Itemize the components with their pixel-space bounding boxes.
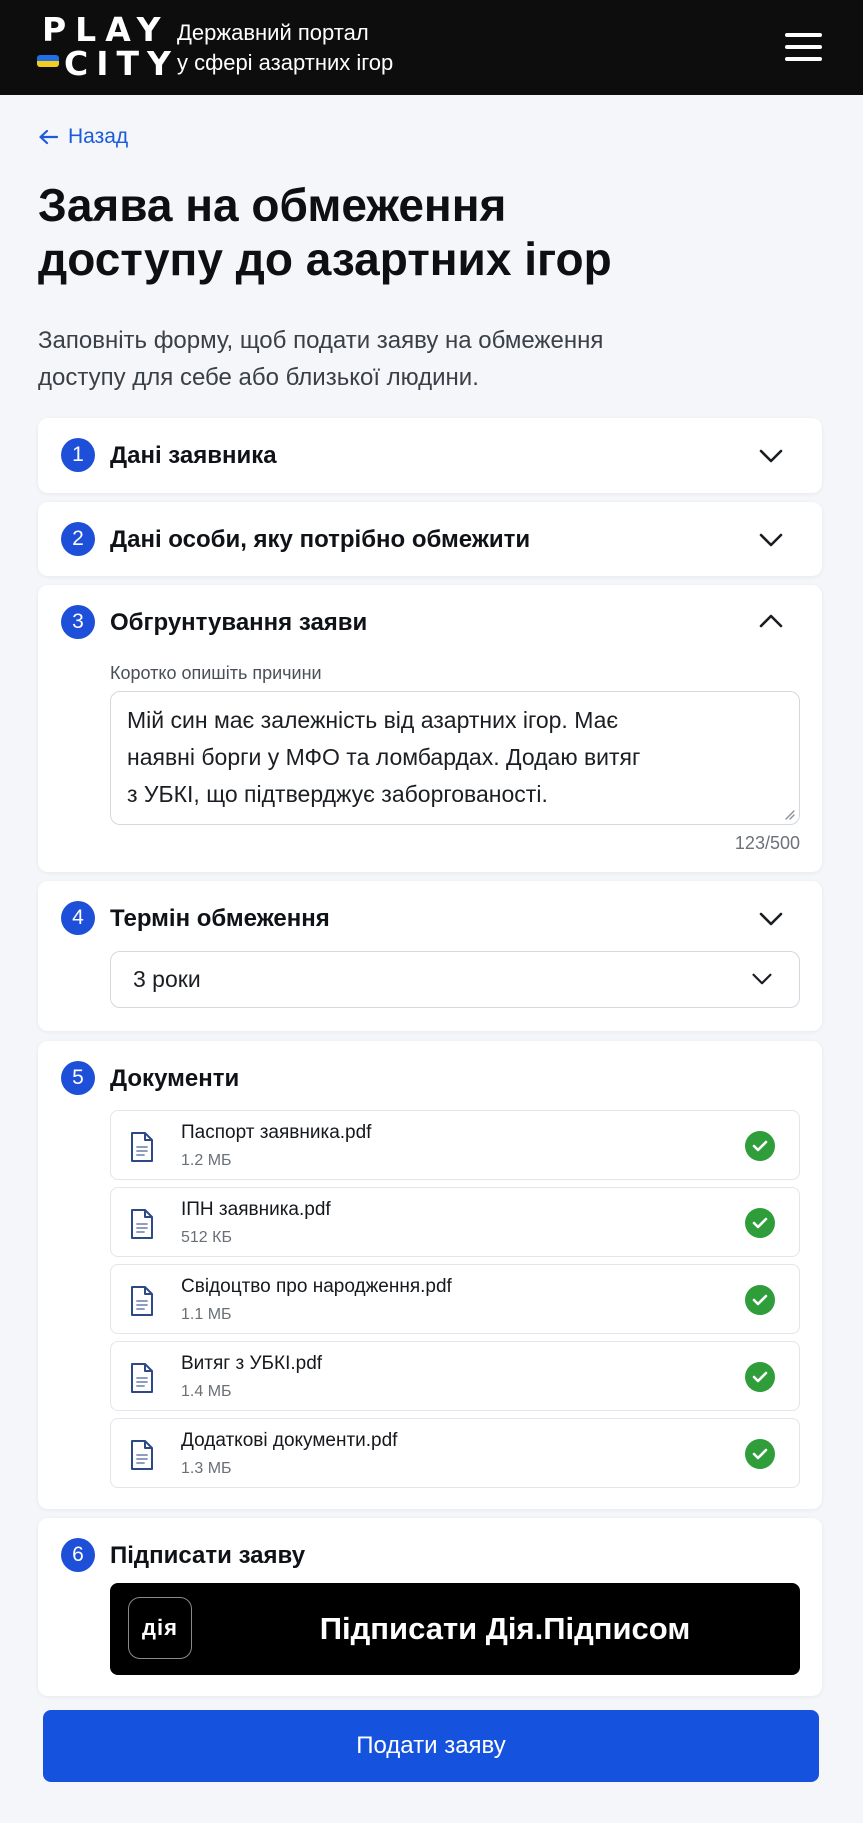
restriction-term-select[interactable]: 3 роки xyxy=(110,951,800,1008)
step-5-card: 5 Документи Паспорт заявника.pdf 1.2 МБ … xyxy=(38,1041,822,1509)
document-icon xyxy=(131,1209,153,1239)
hamburger-icon[interactable] xyxy=(785,33,822,61)
check-circle-icon xyxy=(745,1362,775,1392)
step-title: Термін обмеження xyxy=(110,905,330,932)
step-title: Обгрунтування заяви xyxy=(110,609,368,636)
check-circle-icon xyxy=(745,1208,775,1238)
step-3-card: 3 Обгрунтування заяви Коротко опишіть пр… xyxy=(38,585,822,872)
step-title: Дані особи, яку потрібно обмежити xyxy=(110,526,531,553)
step-title: Документи xyxy=(110,1065,240,1092)
resize-handle-icon[interactable] xyxy=(783,808,795,820)
reason-text-line: з УБКІ, що підтверджує заборгованості. xyxy=(127,781,548,807)
check-circle-icon xyxy=(745,1439,775,1469)
file-name: Витяг з УБКІ.pdf xyxy=(181,1353,323,1374)
reason-text-line: наявні борги у МФО та ломбардах. Додаю в… xyxy=(127,744,641,770)
document-icon xyxy=(131,1440,153,1470)
file-item[interactable]: Витяг з УБКІ.pdf 1.4 МБ xyxy=(110,1341,800,1411)
file-size: 1.3 МБ xyxy=(181,1460,232,1477)
logo-city-text: CITY xyxy=(64,44,179,83)
chevron-down-icon[interactable] xyxy=(758,532,784,548)
page-title-line2: доступу до азартних ігор xyxy=(38,233,612,285)
file-item[interactable]: Свідоцтво про народження.pdf 1.1 МБ xyxy=(110,1264,800,1334)
step-number: 1 xyxy=(61,438,95,472)
file-item[interactable]: Додаткові документи.pdf 1.3 МБ xyxy=(110,1418,800,1488)
character-counter: 123/500 xyxy=(734,833,800,853)
step-1-card[interactable]: 1 Дані заявника xyxy=(38,418,822,493)
diia-logo-icon: дія xyxy=(128,1597,192,1659)
check-circle-icon xyxy=(745,1131,775,1161)
page-title: Заява на обмеження доступу до азартних і… xyxy=(38,178,818,286)
sign-diia-label: Підписати Дія.Підписом xyxy=(319,1611,691,1646)
step-title: Дані заявника xyxy=(110,442,277,469)
file-name: Свідоцтво про народження.pdf xyxy=(181,1276,452,1297)
step-6-card: 6 Підписати заяву дія Підписати Дія.Підп… xyxy=(38,1518,822,1696)
chevron-down-icon xyxy=(752,973,772,985)
reason-textarea[interactable]: Мій син має залежність від азартних ігор… xyxy=(110,691,800,825)
portal-name: Державний портал у сфері азартних ігор xyxy=(177,18,393,78)
ukraine-flag-icon xyxy=(37,55,59,67)
page-subtitle-line1: Заповніть форму, щоб подати заяву на обм… xyxy=(38,327,604,354)
back-link[interactable]: Назад xyxy=(38,125,128,149)
app-header: PLAY CITY Державний портал у сфері азарт… xyxy=(0,0,863,95)
document-icon xyxy=(131,1363,153,1393)
file-size: 1.2 МБ xyxy=(181,1152,232,1169)
file-name: ІПН заявника.pdf xyxy=(181,1199,331,1220)
submit-button[interactable]: Подати заяву xyxy=(43,1710,819,1782)
file-item[interactable]: ІПН заявника.pdf 512 КБ xyxy=(110,1187,800,1257)
sign-diia-button[interactable]: дія Підписати Дія.Підписом xyxy=(110,1583,800,1675)
step-number: 3 xyxy=(61,605,95,639)
file-item[interactable]: Паспорт заявника.pdf 1.2 МБ xyxy=(110,1110,800,1180)
document-icon xyxy=(131,1286,153,1316)
arrow-left-icon xyxy=(39,129,58,145)
portal-name-line1: Державний портал xyxy=(177,20,369,45)
step-number: 5 xyxy=(61,1061,95,1095)
reason-field-label: Коротко опишіть причини xyxy=(110,663,322,683)
back-link-label: Назад xyxy=(68,125,129,148)
page-subtitle: Заповніть форму, щоб подати заяву на обм… xyxy=(38,322,798,396)
step-number: 4 xyxy=(61,901,95,935)
step-4-card: 4 Термін обмеження 3 роки xyxy=(38,881,822,1031)
page-title-line1: Заява на обмеження xyxy=(38,179,507,231)
check-circle-icon xyxy=(745,1285,775,1315)
reason-text-line: Мій син має залежність від азартних ігор… xyxy=(127,707,619,733)
step-2-card[interactable]: 2 Дані особи, яку потрібно обмежити xyxy=(38,502,822,576)
portal-name-line2: у сфері азартних ігор xyxy=(177,50,394,75)
file-name: Додаткові документи.pdf xyxy=(181,1430,398,1451)
step-number: 2 xyxy=(61,522,95,556)
restriction-term-value: 3 роки xyxy=(133,966,201,992)
logo-play-text: PLAY xyxy=(42,10,170,49)
file-name: Паспорт заявника.pdf xyxy=(181,1122,372,1143)
chevron-down-icon[interactable] xyxy=(758,448,784,464)
file-size: 1.4 МБ xyxy=(181,1383,232,1400)
document-icon xyxy=(131,1132,153,1162)
step-number: 6 xyxy=(61,1538,95,1572)
chevron-down-icon[interactable] xyxy=(758,911,784,927)
step-title: Підписати заяву xyxy=(110,1542,306,1569)
chevron-up-icon[interactable] xyxy=(758,613,784,629)
page-subtitle-line2: доступу для себе або близької людини. xyxy=(38,364,479,391)
file-size: 512 КБ xyxy=(181,1229,232,1246)
file-size: 1.1 МБ xyxy=(181,1306,232,1323)
